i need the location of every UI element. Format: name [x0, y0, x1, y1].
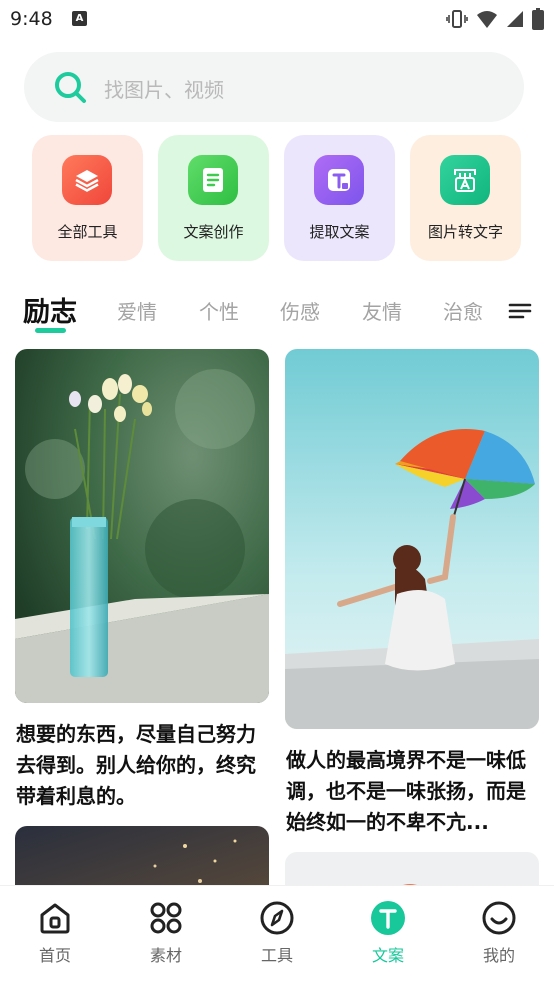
tab-indicator: [35, 328, 66, 333]
tool-label: 提取文案: [309, 223, 370, 241]
image-to-text-icon: [440, 155, 490, 205]
tab-inspirational[interactable]: 励志: [23, 290, 77, 329]
nav-label: 我的: [482, 946, 515, 965]
card-image-flowers[interactable]: [15, 349, 269, 703]
tab-friendship[interactable]: 友情: [362, 296, 402, 325]
card-image-umbrella[interactable]: [285, 349, 539, 729]
notification-icon: A: [72, 11, 87, 26]
text-extract-icon: [314, 155, 364, 205]
status-icons: [446, 8, 544, 30]
layers-icon: [62, 155, 112, 205]
grid-icon: [148, 900, 184, 936]
tab-sad[interactable]: 伤感: [280, 296, 320, 325]
nav-profile[interactable]: 我的: [444, 886, 554, 984]
tab-healing[interactable]: 治愈: [443, 296, 483, 325]
card-text[interactable]: 做人的最高境界不是一味低调，也不是一味张扬，而是始终如一的不卑不亢...: [286, 745, 542, 838]
battery-icon: [532, 8, 544, 30]
search-bar[interactable]: 找图片、视频: [24, 52, 524, 122]
category-tabs: 励志 爱情 个性 伤感 友情 治愈: [0, 286, 554, 336]
tool-label: 文案创作: [183, 223, 244, 241]
compass-icon: [259, 900, 295, 936]
document-icon: [188, 155, 238, 205]
search-input[interactable]: 找图片、视频: [104, 74, 224, 103]
wifi-icon: [477, 11, 497, 28]
card-image-next-right[interactable]: [285, 852, 539, 885]
status-bar: 9:48 A: [0, 0, 554, 40]
nav-label: 首页: [38, 946, 71, 965]
card-image-next-left[interactable]: [15, 826, 269, 885]
tab-love[interactable]: 爱情: [117, 296, 157, 325]
nav-label: 素材: [149, 946, 182, 965]
text-icon: [370, 900, 406, 936]
tab-personality[interactable]: 个性: [199, 296, 239, 325]
smile-icon: [481, 900, 517, 936]
home-icon: [37, 900, 73, 936]
nav-copywriting[interactable]: 文案: [333, 886, 443, 984]
content-feed: 想要的东西，尽量自己努力去得到。别人给你的，终究带着利息的。 做人的最高境界不是…: [0, 340, 554, 885]
tool-image-to-text[interactable]: 图片转文字: [410, 135, 521, 261]
tool-all-tools[interactable]: 全部工具: [32, 135, 143, 261]
nav-label: 工具: [260, 946, 293, 965]
nav-label: 文案: [371, 946, 404, 965]
menu-icon[interactable]: [508, 301, 532, 321]
signal-icon: [507, 11, 523, 27]
tool-copywriting[interactable]: 文案创作: [158, 135, 269, 261]
bottom-nav: 首页 素材 工具 文案 我的: [0, 885, 554, 984]
tool-extract-text[interactable]: 提取文案: [284, 135, 395, 261]
vibrate-icon: [446, 10, 468, 28]
tool-label: 图片转文字: [427, 223, 503, 241]
status-time: 9:48: [10, 8, 53, 30]
card-text[interactable]: 想要的东西，尽量自己努力去得到。别人给你的，终究带着利息的。: [16, 719, 268, 812]
nav-home[interactable]: 首页: [0, 886, 110, 984]
nav-materials[interactable]: 素材: [111, 886, 221, 984]
search-icon: [55, 72, 86, 103]
nav-tools[interactable]: 工具: [222, 886, 332, 984]
tool-label: 全部工具: [57, 223, 118, 241]
